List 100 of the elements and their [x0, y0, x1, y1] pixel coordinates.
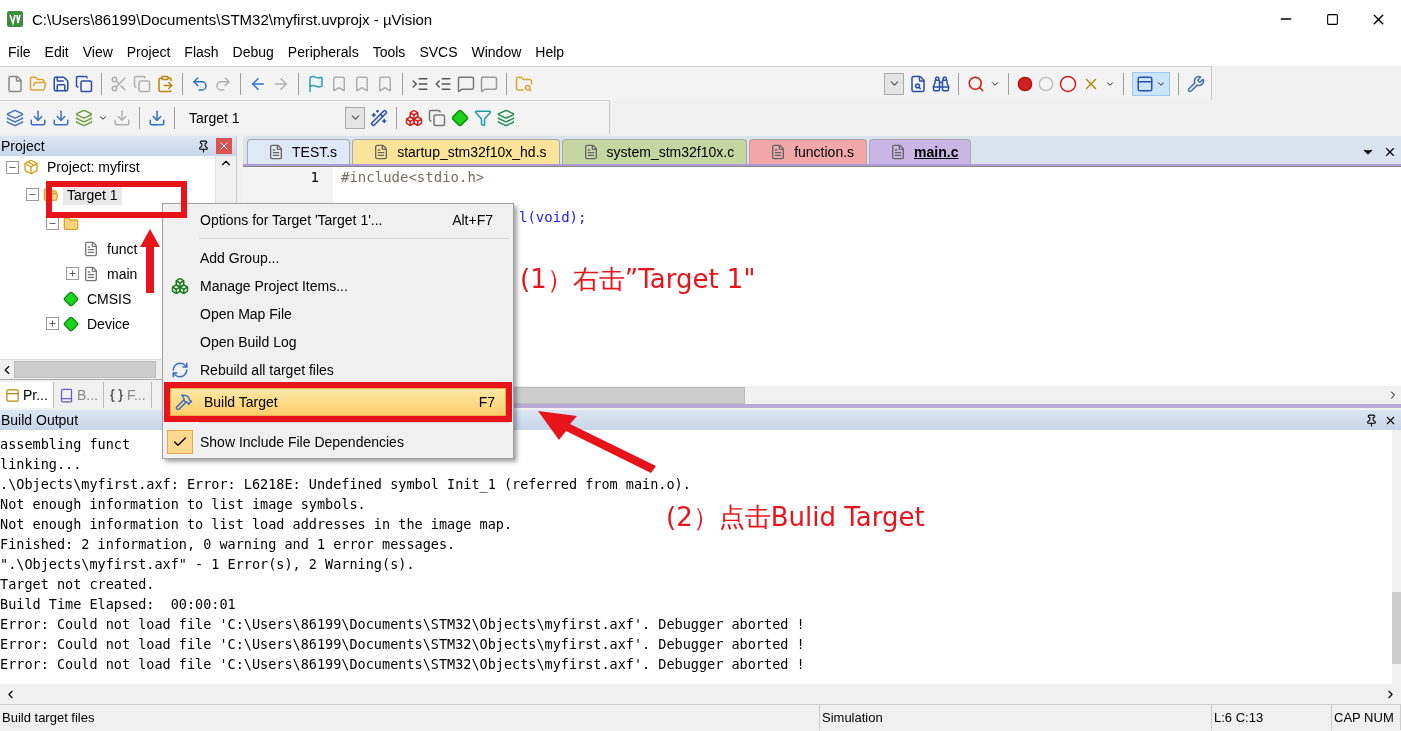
tree-item[interactable]: Project: myfirst: [43, 157, 144, 177]
menu-item[interactable]: Open Build Log: [166, 328, 510, 356]
menu-item[interactable]: Manage Project Items...: [166, 272, 510, 300]
output-line: .\Objects\myfirst.axf: Error: L6218E: Undefined symbol Init_1 (referred from main.o).: [0, 475, 691, 494]
status-text: Build target files: [0, 705, 820, 730]
output-line: assembling funct: [0, 435, 131, 454]
find-in-files-icon[interactable]: [909, 74, 927, 93]
menu-item[interactable]: Build Target F7: [170, 388, 506, 416]
new-file-icon[interactable]: [6, 74, 24, 93]
diamond-icon: [63, 315, 79, 332]
menu-item[interactable]: File: [2, 44, 39, 60]
magic-wand-icon[interactable]: [370, 108, 388, 127]
menu-item[interactable]: Peripherals: [281, 44, 367, 60]
panel-title: Project: [1, 138, 46, 154]
maximize-icon[interactable]: [1325, 12, 1339, 26]
file-tab[interactable]: TEST.s: [247, 139, 351, 164]
save-all-icon[interactable]: [75, 74, 93, 93]
menu-item[interactable]: Tools: [366, 44, 414, 60]
output-line: Target not created.: [0, 575, 155, 594]
save-icon[interactable]: [52, 74, 70, 93]
file-icon: [268, 144, 284, 160]
filter-icon[interactable]: [474, 108, 492, 127]
expand-icon[interactable]: [66, 267, 79, 280]
comment-icon[interactable]: [457, 74, 475, 93]
windows-icon[interactable]: [428, 108, 446, 127]
menu-item[interactable]: Rebuild all target files: [166, 356, 510, 384]
file-icon: [770, 144, 787, 160]
output-line: Error: Could not load file 'C:\Users\86199\Documents\STM32\Objects\myfirst.axf'. Debugger aborted !: [0, 655, 805, 674]
output-line: Not enough information to list load addresses in the image map.: [0, 515, 513, 534]
tree-item[interactable]: funct: [103, 238, 142, 259]
file-tab[interactable]: main.c: [869, 139, 972, 164]
paste-icon[interactable]: [156, 74, 174, 93]
window-layout-button[interactable]: [1132, 71, 1170, 96]
undo-icon[interactable]: [191, 74, 209, 93]
flag-icon[interactable]: [307, 74, 325, 93]
close-icon: [218, 140, 230, 152]
menu-item[interactable]: Show Include File Dependencies: [166, 428, 510, 456]
menu-item[interactable]: Window: [465, 44, 530, 60]
braces-icon: [108, 387, 124, 403]
menu-item[interactable]: Edit: [38, 44, 77, 60]
line-number: 1: [309, 169, 320, 187]
tree-item[interactable]: main: [103, 263, 142, 284]
file-icon: [83, 265, 99, 282]
window-title: C:\Users\86199\Documents\STM32\myfirst.uvprojx - µVision: [32, 10, 434, 28]
menu-item[interactable]: Debug: [226, 44, 282, 60]
output-line: Finished: 2 information, 0 warning and 1 error messages.: [0, 535, 456, 554]
scrollbar[interactable]: [0, 684, 1401, 704]
output-line: Error: Could not load file 'C:\Users\86199\Documents\STM32\Objects\myfirst.axf'. Debugger aborted !: [0, 635, 805, 654]
menu-item[interactable]: Help: [529, 44, 573, 60]
output-line: ".\Objects\myfirst.axf" - 1 Error(s), 2 Warning(s).: [0, 555, 415, 574]
file-icon: [890, 144, 907, 160]
menu-item[interactable]: Options for Target 'Target 1'... Alt+F7: [166, 206, 510, 234]
file-tab[interactable]: function.s: [749, 139, 868, 164]
scrollbar[interactable]: [1392, 430, 1401, 684]
menu-item[interactable]: SVCS: [413, 44, 466, 60]
window-icon: [1136, 74, 1154, 93]
diamond-icon[interactable]: [451, 108, 469, 127]
expand-icon[interactable]: [46, 317, 59, 330]
collapse-icon[interactable]: [26, 188, 39, 201]
file-tab[interactable]: system_stm32f10x.c: [561, 139, 748, 164]
collapse-icon[interactable]: [6, 160, 19, 174]
panel-title: Build Output: [1, 412, 80, 428]
dropdown-button[interactable]: [884, 72, 904, 95]
tree-item[interactable]: Device: [83, 313, 134, 334]
pin-icon[interactable]: [1365, 413, 1378, 427]
code-line: l(void);: [519, 209, 587, 227]
menu-item[interactable]: Add Group...: [166, 244, 510, 272]
breakpoint-icon[interactable]: [1017, 75, 1033, 92]
target-select[interactable]: Target 1: [183, 106, 365, 129]
file-icon: [373, 144, 390, 160]
books-icon: [58, 387, 74, 403]
file-icon: [83, 240, 99, 257]
comment-icon[interactable]: [480, 74, 498, 93]
status-text: L:6 C:13: [1212, 705, 1332, 730]
boxes-icon[interactable]: [405, 108, 423, 127]
file-tab[interactable]: startup_stm32f10x_hd.s: [352, 139, 560, 164]
code-line: #include<stdio.h>: [341, 169, 485, 187]
output-line: linking...: [0, 455, 82, 474]
output-line: Not enough information to list image symbols.: [0, 495, 366, 514]
file-icon: [582, 144, 599, 160]
menu-item[interactable]: View: [76, 44, 121, 60]
panel-tab[interactable]: Pr...: [0, 382, 54, 408]
annotation-text: (1）右击”Target 1": [520, 263, 756, 296]
arrow: [140, 229, 160, 293]
output-line: Error: Could not load file 'C:\Users\86199\Documents\STM32\Objects\myfirst.axf'. Debugger aborted !: [0, 615, 805, 634]
menu-item[interactable]: Flash: [178, 44, 227, 60]
annotation-text: (2）点击Bulid Target: [666, 501, 925, 534]
output-line: Build Time Elapsed: 00:00:01: [0, 595, 236, 614]
close-button[interactable]: [216, 138, 232, 154]
app-icon: [6, 10, 24, 28]
folder-icon: [63, 215, 79, 232]
menu-item[interactable]: Open Map File: [166, 300, 510, 328]
binoculars-icon[interactable]: [932, 74, 950, 93]
pin-icon[interactable]: [197, 139, 210, 153]
wrench-icon[interactable]: [1187, 74, 1205, 93]
boxes-icon: [171, 277, 189, 295]
tree-item[interactable]: CMSIS: [83, 288, 136, 309]
menu-item[interactable]: Project: [120, 44, 179, 60]
close-icon[interactable]: [1383, 145, 1397, 159]
status-text: Simulation: [820, 705, 1212, 730]
